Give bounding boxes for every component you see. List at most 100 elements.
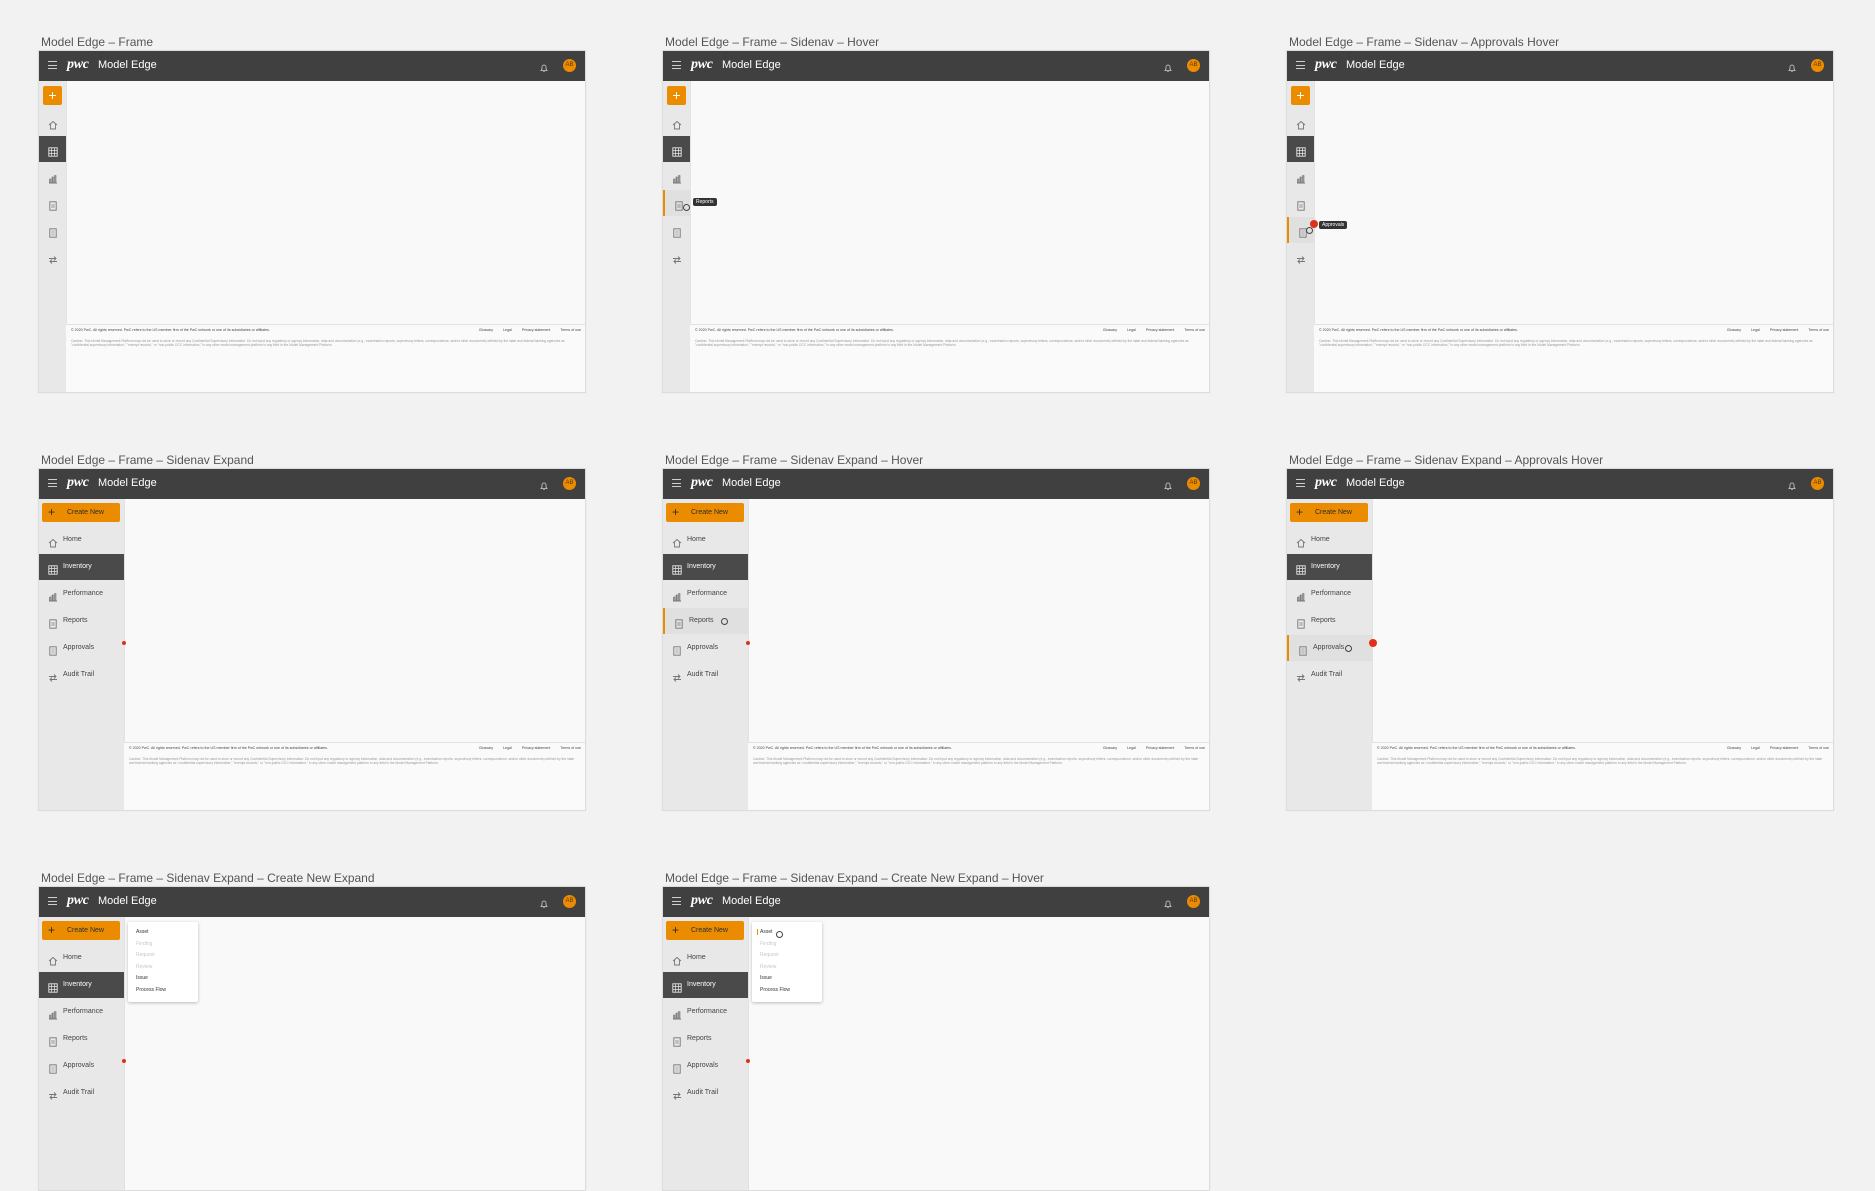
create-new-button[interactable]: +	[667, 86, 686, 105]
sidebar-item-audit-trail[interactable]: Audit Trail	[1287, 662, 1372, 688]
avatar[interactable]: AB	[563, 477, 576, 490]
create-new-button[interactable]: + Create New	[666, 921, 744, 940]
hamburger-menu-icon[interactable]	[48, 61, 57, 69]
sidebar-item-inventory[interactable]: Inventory	[1287, 554, 1372, 580]
footer-link[interactable]: Terms of use	[1184, 746, 1205, 750]
menu-item-process-flow[interactable]: Process Flow	[760, 987, 790, 993]
sidebar-item-home[interactable]: Home	[39, 945, 124, 971]
create-new-button[interactable]: + Create New	[42, 921, 120, 940]
footer-link[interactable]: Legal	[1751, 746, 1760, 750]
avatar[interactable]: AB	[1187, 59, 1200, 72]
sidebar-item-inventory[interactable]	[39, 136, 66, 162]
avatar[interactable]: AB	[1187, 477, 1200, 490]
sidebar-item-reports[interactable]: Reports	[39, 1026, 124, 1052]
sidebar-item-audit-trail[interactable]: Audit Trail	[663, 662, 748, 688]
menu-item-issue[interactable]: Issue	[760, 975, 772, 981]
sidebar-item-performance[interactable]: Performance	[39, 581, 124, 607]
sidebar-item-reports[interactable]: Reports	[663, 608, 748, 634]
sidebar-item-audit-trail[interactable]: Audit Trail	[39, 662, 124, 688]
sidebar-item-audit-trail[interactable]: Audit Trail	[39, 1080, 124, 1106]
footer-link[interactable]: Terms of use	[1808, 746, 1829, 750]
footer-link[interactable]: Glossary	[1103, 328, 1117, 332]
sidebar-item-approvals[interactable]: Approvals	[663, 1053, 748, 1079]
sidebar-item-home[interactable]	[663, 109, 690, 135]
footer-link[interactable]: Terms of use	[560, 746, 581, 750]
footer-link[interactable]: Privacy statement	[1770, 746, 1799, 750]
bell-icon[interactable]	[539, 478, 549, 490]
sidebar-item-approvals[interactable]: Approvals	[39, 635, 124, 661]
sidebar-item-reports[interactable]: Reports	[663, 1026, 748, 1052]
sidebar-item-performance[interactable]	[663, 163, 690, 189]
sidebar-item-audit-trail[interactable]	[663, 244, 690, 270]
hamburger-menu-icon[interactable]	[48, 897, 57, 905]
sidebar-item-approvals[interactable]	[663, 217, 690, 243]
sidebar-item-reports[interactable]: Reports	[1287, 608, 1372, 634]
sidebar-item-audit-trail[interactable]	[1287, 244, 1314, 270]
footer-link[interactable]: Glossary	[479, 746, 493, 750]
footer-link[interactable]: Terms of use	[1184, 328, 1205, 332]
sidebar-item-home[interactable]: Home	[663, 527, 748, 553]
sidebar-item-home[interactable]: Home	[663, 945, 748, 971]
sidebar-item-home[interactable]: Home	[39, 527, 124, 553]
hamburger-menu-icon[interactable]	[672, 61, 681, 69]
sidebar-item-performance[interactable]: Performance	[663, 999, 748, 1025]
sidebar-item-inventory[interactable]	[1287, 136, 1314, 162]
footer-link[interactable]: Legal	[1127, 746, 1136, 750]
footer-link[interactable]: Privacy statement	[522, 328, 551, 332]
create-new-button[interactable]: + Create New	[42, 503, 120, 522]
menu-item-issue[interactable]: Issue	[136, 975, 148, 981]
sidebar-item-reports[interactable]: Reports	[39, 608, 124, 634]
sidebar-item-audit-trail[interactable]: Audit Trail	[663, 1080, 748, 1106]
footer-link[interactable]: Privacy statement	[1146, 746, 1175, 750]
sidebar-item-performance[interactable]: Performance	[1287, 581, 1372, 607]
avatar[interactable]: AB	[563, 895, 576, 908]
sidebar-item-home[interactable]: Home	[1287, 527, 1372, 553]
bell-icon[interactable]	[539, 60, 549, 72]
sidebar-item-inventory[interactable]: Inventory	[39, 554, 124, 580]
hamburger-menu-icon[interactable]	[1296, 479, 1305, 487]
sidebar-item-approvals[interactable]: Approvals	[1287, 635, 1372, 661]
bell-icon[interactable]	[1163, 60, 1173, 72]
sidebar-item-performance[interactable]	[39, 163, 66, 189]
footer-link[interactable]: Privacy statement	[1146, 328, 1175, 332]
sidebar-item-approvals[interactable]	[39, 217, 66, 243]
avatar[interactable]: AB	[563, 59, 576, 72]
bell-icon[interactable]	[1787, 478, 1797, 490]
create-new-button[interactable]: + Create New	[1290, 503, 1368, 522]
bell-icon[interactable]	[1163, 896, 1173, 908]
sidebar-item-inventory[interactable]: Inventory	[663, 554, 748, 580]
avatar[interactable]: AB	[1811, 477, 1824, 490]
footer-link[interactable]: Terms of use	[1808, 328, 1829, 332]
sidebar-item-performance[interactable]: Performance	[663, 581, 748, 607]
sidebar-item-audit-trail[interactable]	[39, 244, 66, 270]
footer-link[interactable]: Terms of use	[560, 328, 581, 332]
footer-link[interactable]: Glossary	[1727, 746, 1741, 750]
hamburger-menu-icon[interactable]	[48, 479, 57, 487]
footer-link[interactable]: Legal	[1127, 328, 1136, 332]
menu-item-asset[interactable]: Asset	[757, 929, 773, 935]
avatar[interactable]: AB	[1811, 59, 1824, 72]
sidebar-item-approvals[interactable]: Approvals	[39, 1053, 124, 1079]
bell-icon[interactable]	[1787, 60, 1797, 72]
sidebar-item-inventory[interactable]: Inventory	[663, 972, 748, 998]
hamburger-menu-icon[interactable]	[1296, 61, 1305, 69]
sidebar-item-home[interactable]	[1287, 109, 1314, 135]
sidebar-item-reports[interactable]	[663, 190, 690, 216]
create-new-button[interactable]: +	[1291, 86, 1310, 105]
avatar[interactable]: AB	[1187, 895, 1200, 908]
sidebar-item-inventory[interactable]	[663, 136, 690, 162]
sidebar-item-performance[interactable]	[1287, 163, 1314, 189]
footer-link[interactable]: Privacy statement	[522, 746, 551, 750]
bell-icon[interactable]	[539, 896, 549, 908]
footer-link[interactable]: Glossary	[479, 328, 493, 332]
footer-link[interactable]: Legal	[1751, 328, 1760, 332]
sidebar-item-reports[interactable]	[1287, 190, 1314, 216]
footer-link[interactable]: Legal	[503, 328, 512, 332]
hamburger-menu-icon[interactable]	[672, 897, 681, 905]
create-new-button[interactable]: + Create New	[666, 503, 744, 522]
sidebar-item-performance[interactable]: Performance	[39, 999, 124, 1025]
footer-link[interactable]: Privacy statement	[1770, 328, 1799, 332]
footer-link[interactable]: Glossary	[1727, 328, 1741, 332]
hamburger-menu-icon[interactable]	[672, 479, 681, 487]
create-new-button[interactable]: +	[43, 86, 62, 105]
